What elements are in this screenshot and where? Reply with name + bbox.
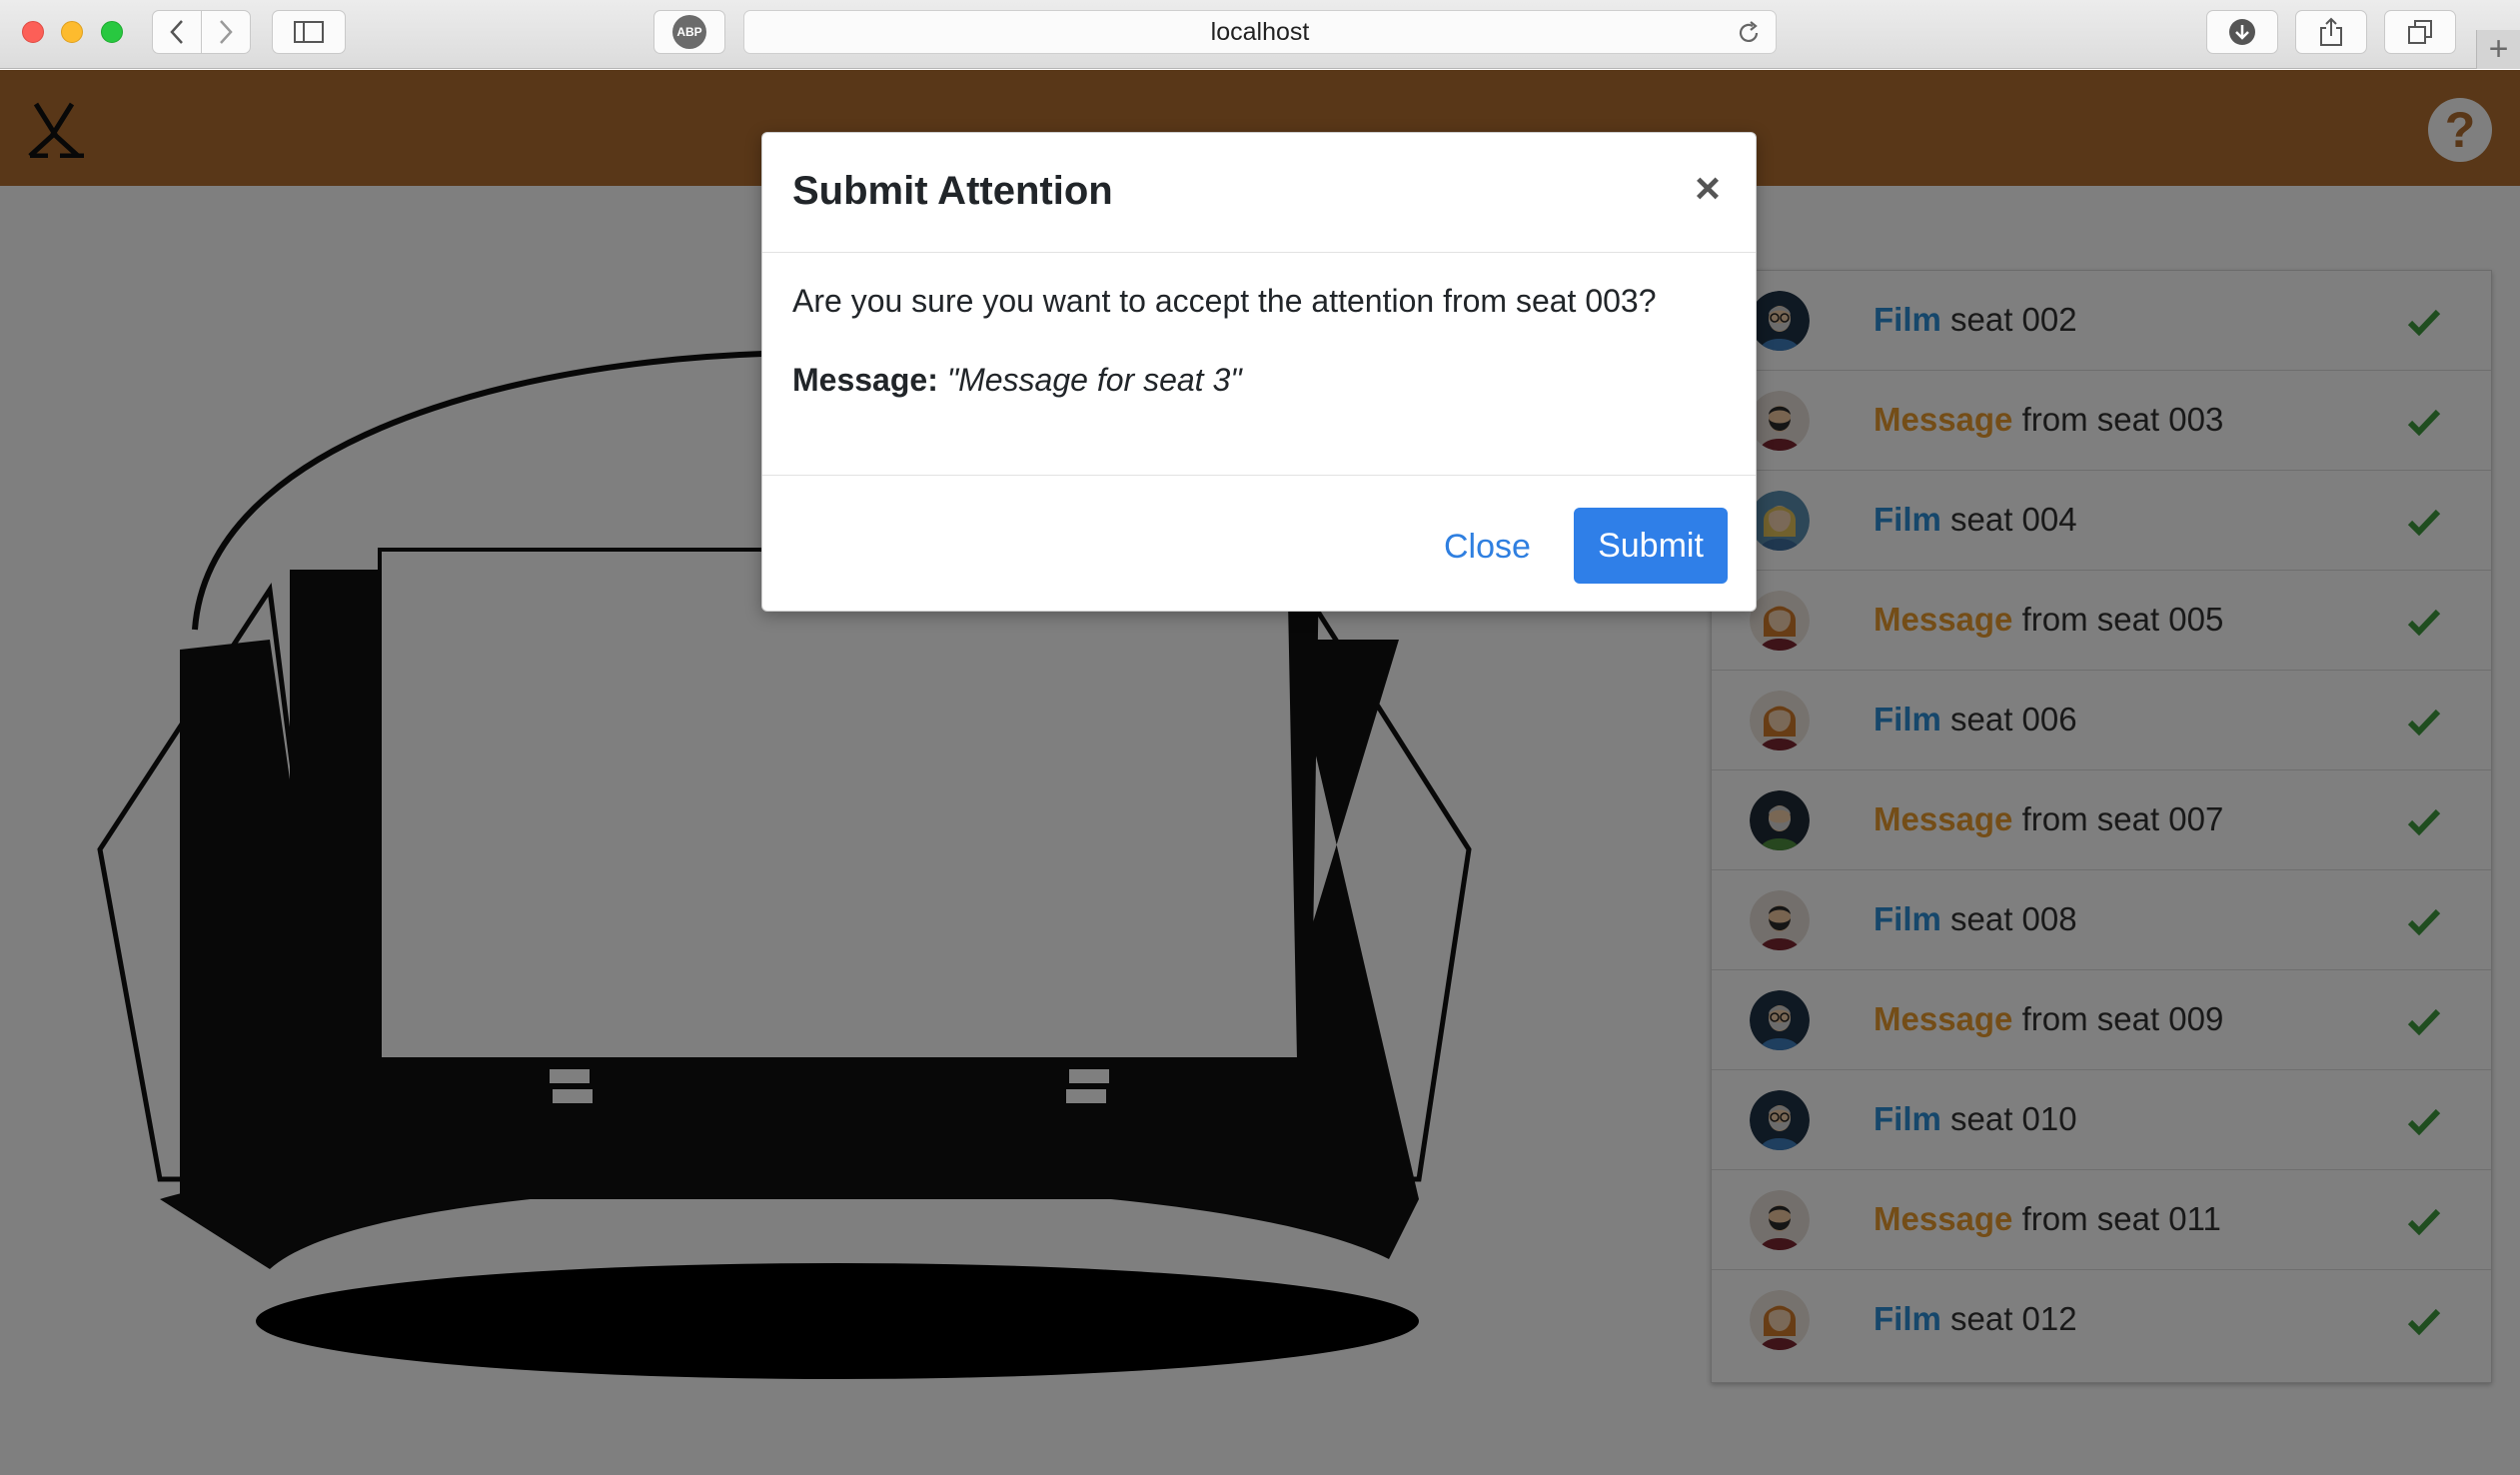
share-button[interactable] — [2295, 10, 2367, 54]
dialog-body: Are you sure you want to accept the atte… — [792, 283, 1732, 399]
forward-button[interactable] — [201, 10, 251, 54]
share-icon — [2320, 17, 2342, 46]
submit-attention-dialog: Submit Attention × Are you sure you want… — [761, 132, 1757, 612]
dialog-header: Submit Attention × — [762, 133, 1756, 253]
adblock-button[interactable]: ABP — [653, 10, 725, 54]
chevron-left-icon — [170, 20, 183, 44]
dialog-title: Submit Attention — [792, 169, 1113, 213]
adblock-icon: ABP — [672, 15, 706, 49]
window-zoom-button[interactable] — [101, 21, 123, 43]
close-button[interactable]: Close — [1424, 510, 1551, 584]
back-button[interactable] — [152, 10, 202, 54]
window-close-button[interactable] — [22, 21, 44, 43]
downloads-button[interactable] — [2206, 10, 2278, 54]
tabs-icon — [2408, 20, 2432, 44]
browser-toolbar: ABP localhost + — [0, 0, 2520, 69]
window-minimize-button[interactable] — [61, 21, 83, 43]
download-icon — [2229, 19, 2255, 45]
plus-icon: + — [2488, 30, 2509, 68]
sidebar-toggle-button[interactable] — [272, 10, 346, 54]
chevron-right-icon — [220, 20, 233, 44]
reload-icon[interactable] — [1736, 20, 1762, 46]
message-value: "Message for seat 3" — [946, 362, 1242, 398]
message-line: Message: "Message for seat 3" — [792, 362, 1732, 399]
dialog-footer: Close Submit — [762, 475, 1756, 611]
url-bar[interactable]: localhost — [743, 10, 1777, 54]
tabs-overview-button[interactable] — [2384, 10, 2456, 54]
new-tab-button[interactable]: + — [2476, 30, 2520, 69]
sidebar-icon — [294, 21, 324, 43]
message-label: Message: — [792, 362, 938, 398]
url-text: localhost — [1210, 17, 1310, 46]
close-icon[interactable]: × — [1690, 167, 1726, 211]
submit-button[interactable]: Submit — [1574, 508, 1728, 584]
confirmation-question: Are you sure you want to accept the atte… — [792, 283, 1657, 319]
